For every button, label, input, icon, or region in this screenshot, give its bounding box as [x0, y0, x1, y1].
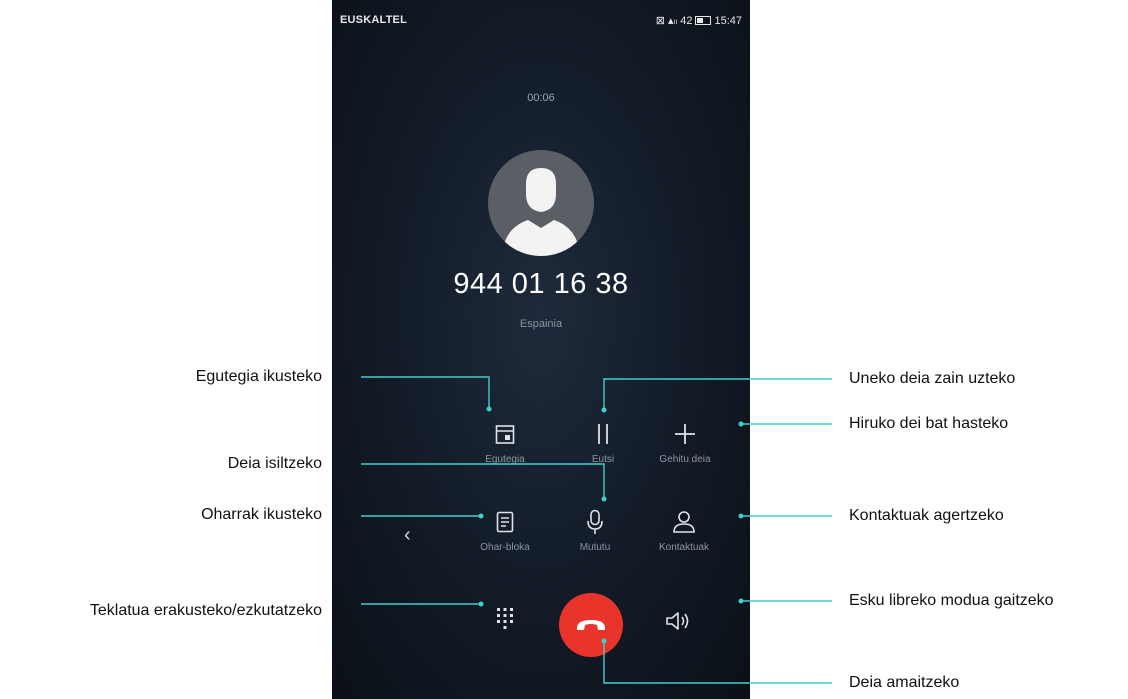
hold-button-label: Eutsi — [591, 454, 615, 465]
contacts-button-label: Kontaktuak — [658, 542, 710, 553]
notepad-icon — [496, 511, 514, 533]
contact-avatar — [488, 150, 594, 256]
annotation-notes: Oharrak ikusteko — [201, 506, 322, 523]
person-icon — [673, 511, 695, 533]
calendar-button[interactable]: Egutegia — [465, 416, 545, 465]
person-silhouette-icon — [502, 168, 580, 256]
annotation-end-call: Deia amaitzeko — [849, 674, 960, 691]
contacts-button[interactable]: Kontaktuak — [644, 504, 724, 553]
annotation-calendar: Egutegia ikusteko — [195, 368, 322, 385]
dialpad-icon — [497, 608, 513, 629]
status-bar: EUSKALTEL ⊠ ▴ₗₗ 42 15:47 — [340, 12, 742, 30]
hold-button[interactable]: Eutsi — [563, 416, 643, 465]
plus-icon — [675, 424, 695, 444]
carrier-name: EUSKALTEL — [340, 14, 407, 26]
add-call-button[interactable]: Gehitu deia — [645, 416, 725, 465]
phone-number: 944 01 16 38 — [453, 268, 629, 300]
call-duration: 00:06 — [527, 92, 555, 104]
hang-up-icon — [577, 620, 605, 630]
annotation-mute: Deia isiltzeko — [227, 455, 322, 472]
mute-button[interactable]: Mututu — [555, 504, 635, 553]
keypad-toggle-button[interactable] — [495, 606, 515, 639]
clock: 15:47 — [714, 14, 742, 27]
battery-icon — [695, 16, 712, 25]
annotation-three-way: Hiruko dei bat hasteko — [849, 415, 1009, 432]
call-location: Espainia — [519, 318, 563, 330]
notepad-button[interactable]: Ohar-bloka — [465, 504, 545, 553]
call-screen: EUSKALTEL ⊠ ▴ₗₗ 42 15:47 00:06 944 01 16… — [332, 0, 750, 699]
speaker-button[interactable] — [665, 610, 693, 637]
status-indicators: ⊠ ▴ₗₗ 42 15:47 — [655, 14, 742, 28]
calendar-icon — [495, 425, 515, 444]
signal-indicators: ⊠ ▴ₗₗ 42 — [655, 15, 693, 27]
notepad-button-label: Ohar-bloka — [480, 542, 530, 553]
annotation-keypad: Teklatua erakusteko/ezkutatzeko — [89, 602, 322, 619]
calendar-button-label: Egutegia — [485, 454, 525, 465]
annotation-contacts: Kontaktuak agertzeko — [849, 507, 1004, 524]
annotation-handsfree: Esku libreko modua gaitzeko — [849, 592, 1054, 609]
annotation-hold: Uneko deia zain uzteko — [849, 370, 1016, 387]
end-call-button[interactable] — [559, 593, 623, 657]
microphone-icon — [587, 509, 603, 534]
mute-button-label: Mututu — [579, 542, 611, 553]
speaker-icon — [666, 612, 689, 630]
chevron-left-icon[interactable]: ‹ — [404, 524, 411, 547]
pause-icon — [598, 424, 608, 444]
add-call-button-label: Gehitu deia — [659, 454, 711, 465]
